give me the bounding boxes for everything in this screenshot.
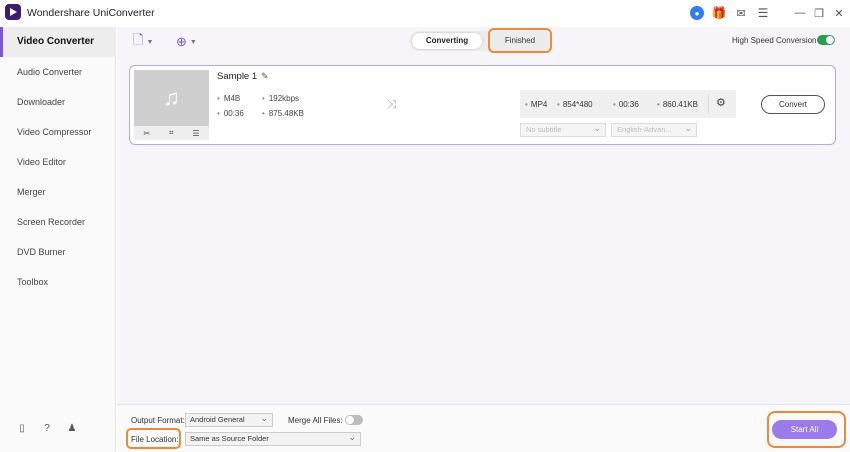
sidebar-item-video-editor[interactable]: Video Editor (0, 147, 116, 177)
add-file-icon: 🗋 (133, 32, 144, 47)
add-files-button[interactable]: 🗋 ▼ (133, 32, 154, 50)
convert-button[interactable]: Convert (761, 95, 825, 114)
bottom-bar: Output Format: Android General Merge All… (117, 404, 850, 452)
file-location-highlight-box (126, 428, 181, 449)
mail-icon[interactable]: ✉ (734, 6, 748, 20)
tab-converting[interactable]: Converting (412, 33, 482, 49)
sidebar: Video Converter Audio Converter Download… (0, 27, 116, 452)
subtitle-select[interactable]: No subtitle (520, 122, 606, 137)
music-note-icon: ♫ (134, 70, 209, 126)
shuffle-icon: ⤨ (387, 97, 397, 111)
title-bar: Wondershare UniConverter ● 🎁 ✉ ☰ — ❐ ✕ (0, 0, 850, 27)
high-speed-toggle[interactable] (817, 35, 835, 45)
output-size: 860.41KB (657, 100, 698, 109)
help-icon[interactable]: ? (41, 422, 53, 434)
source-bitrate: 192kbps (262, 94, 299, 103)
sidebar-item-downloader[interactable]: Downloader (0, 87, 116, 117)
user-icon[interactable]: ● (690, 6, 704, 20)
file-name: Sample 1 (217, 71, 258, 82)
audio-track-select[interactable]: English-Advan... (611, 122, 697, 137)
merge-toggle[interactable] (345, 415, 363, 425)
source-format: M4B (217, 94, 240, 103)
output-duration: 00:36 (613, 100, 639, 109)
source-duration: 00:36 (217, 109, 244, 118)
start-all-button[interactable]: Start All (772, 420, 837, 439)
load-dvd-button[interactable]: ⊕ ▼ (176, 34, 197, 50)
main-panel: 🗋 ▼ ⊕ ▼ Converting Finished High Speed Con… (117, 27, 850, 452)
source-size: 875.48KB (262, 109, 304, 118)
sidebar-item-video-compressor[interactable]: Video Compressor (0, 117, 116, 147)
divider (708, 94, 709, 114)
edit-icon[interactable]: ✎ (261, 71, 269, 82)
sidebar-item-dvd-burner[interactable]: DVD Burner (0, 237, 116, 267)
add-disc-icon: ⊕ (176, 34, 187, 49)
file-location-select[interactable]: Same as Source Folder (185, 431, 361, 446)
output-format: MP4 (525, 100, 547, 109)
file-card: ♫ ✂ ⌗ ☰ Sample 1 ✎ M4B 00:36 192kbps 875… (129, 65, 836, 145)
account-icon[interactable]: ♟ (66, 422, 78, 434)
high-speed-label: High Speed Conversion (732, 36, 817, 45)
chevron-down-icon: ▼ (146, 38, 154, 46)
finished-highlight-box (488, 28, 552, 53)
output-resolution: 854*480 (557, 100, 593, 109)
thumbnail-toolbar: ✂ ⌗ ☰ (134, 126, 209, 140)
merge-label: Merge All Files: (288, 416, 343, 425)
output-settings[interactable]: MP4 854*480 00:36 860.41KB ⚙ (520, 90, 736, 118)
output-format-select[interactable]: Android General (185, 412, 273, 427)
sidebar-item-toolbox[interactable]: Toolbox (0, 267, 116, 297)
crop-icon[interactable]: ⌗ (169, 128, 174, 138)
app-title: Wondershare UniConverter (27, 7, 155, 19)
sidebar-item-audio-converter[interactable]: Audio Converter (0, 57, 116, 87)
chevron-down-icon: ▼ (189, 38, 197, 46)
output-format-label: Output Format: (131, 416, 185, 425)
menu-icon[interactable]: ☰ (756, 6, 770, 20)
minimize-icon[interactable]: — (793, 6, 807, 20)
maximize-icon[interactable]: ❐ (812, 6, 826, 20)
book-icon[interactable]: ▯ (16, 422, 28, 434)
effects-icon[interactable]: ☰ (192, 129, 199, 138)
app-logo-icon (5, 4, 21, 20)
sidebar-item-merger[interactable]: Merger (0, 177, 116, 207)
sidebar-item-video-converter[interactable]: Video Converter (0, 27, 116, 57)
trim-icon[interactable]: ✂ (143, 129, 150, 138)
gear-icon[interactable]: ⚙ (716, 96, 726, 109)
gift-icon[interactable]: 🎁 (712, 6, 727, 20)
sidebar-item-screen-recorder[interactable]: Screen Recorder (0, 207, 116, 237)
close-icon[interactable]: ✕ (832, 6, 846, 20)
